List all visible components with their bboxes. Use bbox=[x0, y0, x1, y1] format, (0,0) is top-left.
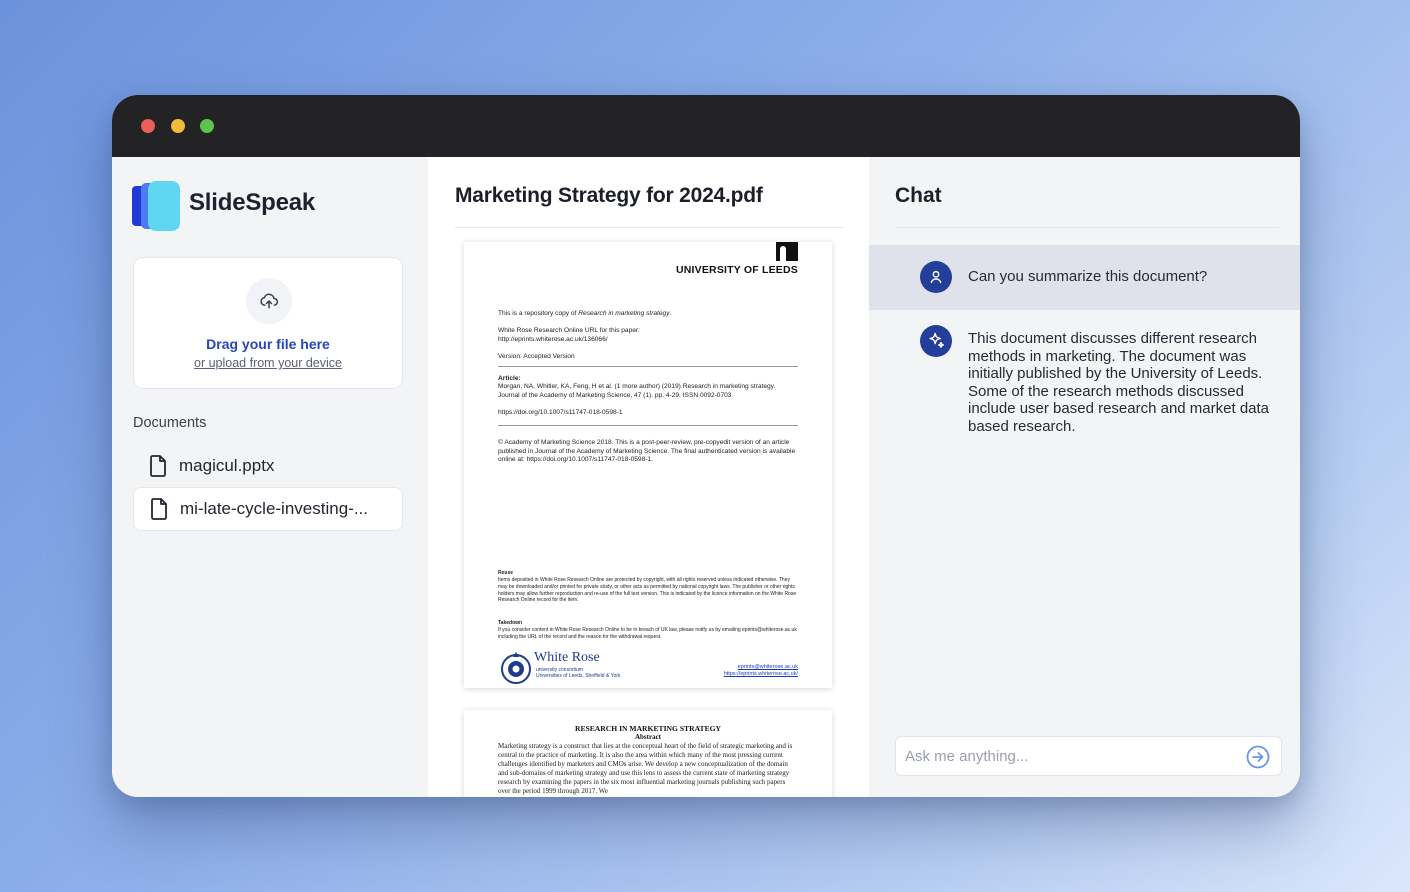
maximize-window-button[interactable] bbox=[200, 119, 214, 133]
title-bar bbox=[112, 95, 1300, 157]
chat-message-user: Can you summarize this document? bbox=[869, 245, 1300, 310]
divider bbox=[895, 227, 1279, 228]
chat-message-text: This document discusses different resear… bbox=[968, 330, 1270, 435]
chat-title: Chat bbox=[895, 184, 942, 207]
pdf-reuse-heading: Reuse bbox=[498, 570, 514, 576]
pdf-takedown-heading: Takedown bbox=[498, 620, 523, 626]
divider bbox=[455, 227, 843, 228]
upload-from-device-link[interactable]: or upload from your device bbox=[134, 356, 402, 370]
pdf-copyright: © Academy of Marketing Science 2018. Thi… bbox=[498, 439, 796, 464]
chat-input-box bbox=[895, 736, 1282, 776]
pdf-rule bbox=[498, 366, 798, 367]
pdf-version: Version: Accepted Version bbox=[498, 353, 575, 360]
slidespeak-logo-icon bbox=[132, 181, 182, 231]
document-title: Marketing Strategy for 2024.pdf bbox=[455, 184, 763, 207]
documents-heading: Documents bbox=[133, 415, 207, 431]
upload-drag-label: Drag your file here bbox=[206, 336, 330, 352]
cloud-upload-icon bbox=[246, 278, 292, 324]
white-rose-subtitle: university consortium Universities of Lee… bbox=[536, 667, 621, 679]
document-viewer[interactable]: Marketing Strategy for 2024.pdf UNIVERSI… bbox=[428, 157, 869, 797]
pdf-takedown-text: If you consider content in White Rose Re… bbox=[498, 627, 797, 640]
pdf-page2-body: Marketing strategy is a construct that l… bbox=[498, 742, 793, 795]
university-crest-icon bbox=[776, 242, 798, 261]
chat-message-assistant: This document discusses different resear… bbox=[869, 320, 1300, 450]
minimize-window-button[interactable] bbox=[171, 119, 185, 133]
pdf-institution: UNIVERSITY OF LEEDS bbox=[675, 264, 798, 276]
pdf-page-1: UNIVERSITY OF LEEDS This is a repository… bbox=[464, 242, 832, 688]
file-icon bbox=[151, 498, 167, 520]
pdf-article-citation: Morgan, NA, Whitler, KA, Feng, H et al. … bbox=[498, 383, 776, 399]
chat-input[interactable] bbox=[905, 737, 1235, 775]
pdf-page2-subtitle: Abstract bbox=[634, 733, 662, 741]
pdf-reuse-text: Items deposited in White Rose Research O… bbox=[498, 577, 797, 604]
pdf-rule bbox=[498, 425, 798, 426]
chat-message-text: Can you summarize this document? bbox=[968, 268, 1208, 285]
white-rose-wordmark: White Rose bbox=[534, 650, 600, 665]
pdf-doi: https://doi.org/10.1007/s11747-018-0598-… bbox=[498, 409, 623, 416]
chat-panel: Chat Can you summarize this document? Th… bbox=[869, 157, 1300, 797]
user-icon bbox=[920, 261, 952, 293]
document-label: mi-late-cycle-investing-... bbox=[180, 499, 368, 518]
app-window: SlideSpeak Drag your file here or upload… bbox=[112, 95, 1300, 797]
white-rose-logo-icon bbox=[501, 652, 531, 684]
document-item-magicul[interactable]: magicul.pptx bbox=[133, 444, 403, 488]
pdf-page-2: RESEARCH IN MARKETING STRATEGY Abstract … bbox=[464, 710, 832, 797]
pdf-footer-links[interactable]: eprints@whiterose.ac.uk https://eprints.w… bbox=[724, 664, 798, 678]
document-item-mi-late-cycle[interactable]: mi-late-cycle-investing-... bbox=[133, 487, 403, 531]
file-upload-dropzone[interactable]: Drag your file here or upload from your … bbox=[133, 257, 403, 389]
send-arrow-icon[interactable] bbox=[1246, 745, 1270, 769]
pdf-intro: This is a repository copy of Research in… bbox=[498, 310, 672, 317]
document-label: magicul.pptx bbox=[179, 456, 275, 475]
pdf-page2-title: RESEARCH IN MARKETING STRATEGY bbox=[574, 724, 722, 733]
pdf-url: http://eprints.whiterose.ac.uk/136066/ bbox=[498, 336, 608, 343]
pdf-url-label: White Rose Research Online URL for this … bbox=[498, 327, 640, 334]
file-icon bbox=[150, 455, 166, 477]
sparkle-icon bbox=[920, 325, 952, 357]
close-window-button[interactable] bbox=[141, 119, 155, 133]
sidebar: SlideSpeak Drag your file here or upload… bbox=[112, 157, 428, 797]
brand-name: SlideSpeak bbox=[189, 189, 316, 216]
